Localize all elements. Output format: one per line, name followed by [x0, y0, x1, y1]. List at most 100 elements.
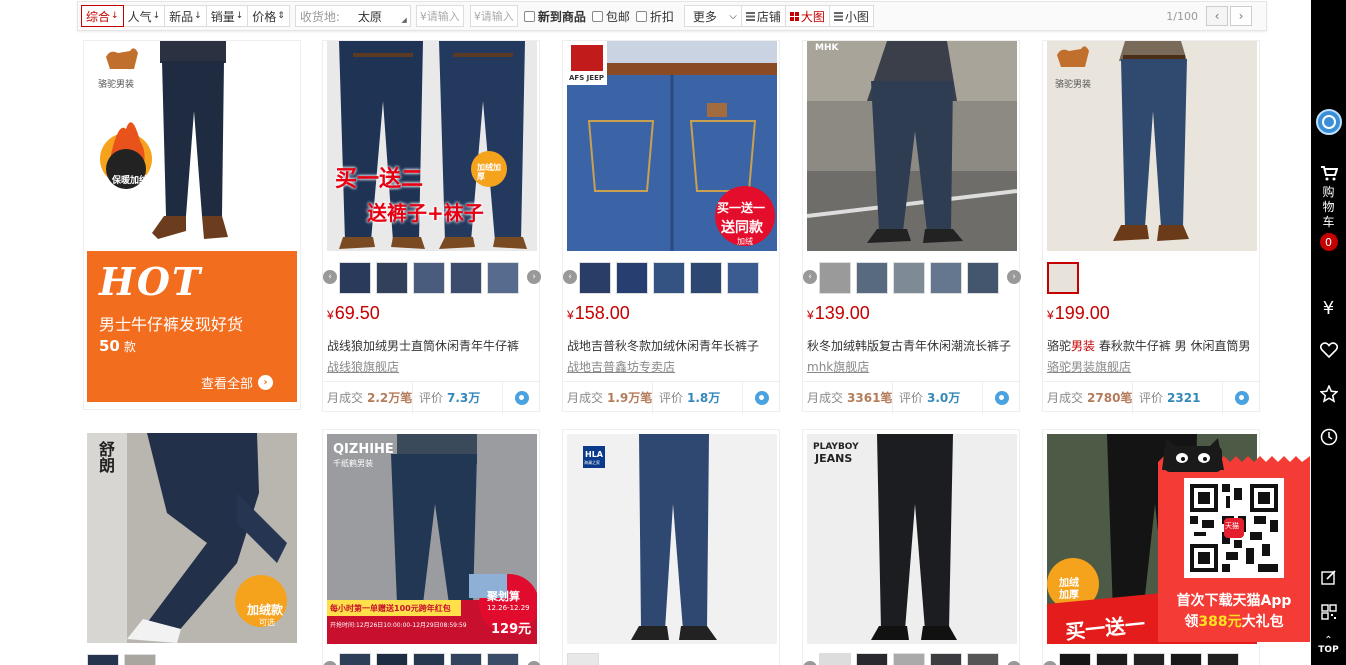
view-shop-button[interactable]: 店铺 [740, 5, 786, 27]
product-card[interactable]: MHK ‹ › ¥139.00 秋冬加绒韩版复古青年休闲潮流长裤子 mhk旗舰店… [802, 40, 1021, 414]
shop-link[interactable]: 战地吉普鑫坊专卖店 [567, 358, 675, 375]
thumbnail[interactable] [376, 653, 408, 665]
shop-link[interactable]: mhk旗舰店 [807, 358, 869, 375]
thumbnail[interactable] [856, 653, 888, 665]
thumbnail[interactable] [567, 653, 599, 665]
product-card[interactable]: QIZHIHE 千纸鹤男装 每小时第一单赠送100元跨年红包 开抢时间:12月2… [322, 429, 541, 665]
thumbnail[interactable] [616, 262, 648, 294]
thumbnail[interactable] [450, 262, 482, 294]
thumbnail[interactable] [727, 262, 759, 294]
price-max-input[interactable]: ¥请输入 [469, 5, 518, 27]
assets-button[interactable]: ¥ [1311, 298, 1346, 319]
thumbnail[interactable] [87, 654, 119, 665]
product-card[interactable]: AFS JEEP 买一送一 送同款 加绒 ‹ ¥158.00 战地吉普秋冬款加绒… [562, 40, 781, 414]
history-button[interactable] [1311, 428, 1346, 446]
thumbnail-selected[interactable] [1047, 262, 1079, 294]
product-title[interactable]: 骆驼男装 春秋款牛仔裤 男 休闲直筒男 [1047, 337, 1259, 354]
hot-card-image[interactable]: 骆驼男装 保暖加绒 [88, 41, 298, 253]
free-shipping-checkbox[interactable]: 包邮 [591, 8, 630, 25]
chevron-right-icon[interactable]: › [527, 661, 541, 665]
product-image[interactable]: PLAYBOY JEANS [807, 434, 1017, 644]
thumbnail[interactable] [487, 262, 519, 294]
product-image[interactable]: 舒朗 加绒款 可选 [87, 433, 297, 643]
shop-link[interactable]: 战线狼旗舰店 [327, 358, 399, 375]
thumbnail[interactable] [930, 653, 962, 665]
chevron-right-icon[interactable]: › [527, 270, 541, 284]
chevron-left-icon[interactable]: ‹ [323, 270, 337, 284]
reviews[interactable]: 评价 7.3万 [413, 381, 503, 414]
thumbnail[interactable] [450, 653, 482, 665]
thumbnail[interactable] [339, 262, 371, 294]
thumbnail[interactable] [819, 653, 851, 665]
thumbnail[interactable] [967, 262, 999, 294]
discount-checkbox[interactable]: 折扣 [635, 8, 674, 25]
reviews[interactable]: 评价 3.0万 [893, 381, 983, 414]
thumbnail[interactable] [124, 654, 156, 665]
hot-banner[interactable]: HOT 男士牛仔裤发现好货 50 款 查看全部 › [87, 251, 297, 402]
location-select[interactable]: 收货地: 太原 ◢ [294, 5, 411, 27]
thumbnail[interactable] [413, 262, 445, 294]
chevron-left-icon[interactable]: ‹ [563, 270, 577, 284]
chevron-right-icon[interactable]: › [1007, 270, 1021, 284]
product-image[interactable]: 买一送二 送裤子+袜子 加绒加厚 [327, 41, 537, 251]
thumbnail[interactable] [579, 262, 611, 294]
product-image[interactable]: QIZHIHE 千纸鹤男装 每小时第一单赠送100元跨年红包 开抢时间:12月2… [327, 434, 537, 644]
wangwang-chat-icon[interactable] [995, 390, 1009, 405]
thumbnail[interactable] [967, 653, 999, 665]
price-min-input[interactable]: ¥请输入 [415, 5, 464, 27]
product-image[interactable]: MHK [807, 41, 1017, 251]
cart-button[interactable]: 购物车 0 [1311, 165, 1346, 251]
product-title[interactable]: 战线狼加绒男士直筒休闲青年牛仔裤 [327, 337, 539, 354]
new-items-checkbox[interactable]: 新到商品 [523, 8, 586, 25]
thumbnail[interactable] [893, 653, 925, 665]
user-avatar-button[interactable] [1311, 109, 1346, 135]
thumbnail[interactable] [376, 262, 408, 294]
thumbnail[interactable] [690, 262, 722, 294]
chevron-left-icon[interactable]: ‹ [1043, 661, 1057, 665]
wangwang-chat-icon[interactable] [1235, 390, 1249, 405]
product-title[interactable]: 战地吉普秋冬款加绒休闲青年长裤子 [567, 337, 779, 354]
view-small-button[interactable]: 小图 [828, 5, 874, 27]
view-all-link[interactable]: 查看全部 › [201, 373, 274, 392]
product-image[interactable]: HLA 海澜之家 [567, 434, 777, 644]
qr-code-button[interactable] [1311, 604, 1346, 620]
wangwang-chat-icon[interactable] [755, 390, 769, 405]
product-card[interactable]: 买一送二 送裤子+袜子 加绒加厚 ‹ › ¥69.50 战线狼加绒男士直筒休闲青… [322, 40, 541, 414]
view-large-button[interactable]: 大图 [784, 5, 830, 27]
sort-popularity-button[interactable]: 人气 ↓ [122, 5, 166, 27]
product-card[interactable]: 舒朗 加绒款 可选 [83, 429, 301, 665]
thumbnail[interactable] [487, 653, 519, 665]
thumbnail[interactable] [930, 262, 962, 294]
chevron-left-icon[interactable]: ‹ [803, 270, 817, 284]
sort-default-button[interactable]: 综合 ↓ [81, 5, 124, 27]
sort-sales-button[interactable]: 销量 ↓ [205, 5, 249, 27]
thumbnail[interactable] [1059, 653, 1091, 665]
thumbnail[interactable] [893, 262, 925, 294]
product-image[interactable]: 骆驼男装 [1047, 41, 1257, 251]
thumbnail[interactable] [653, 262, 685, 294]
product-title[interactable]: 秋冬加绒韩版复古青年休闲潮流长裤子 [807, 337, 1019, 354]
reviews[interactable]: 评价 1.8万 [653, 381, 743, 414]
wangwang-chat-icon[interactable] [515, 390, 529, 405]
thumbnail[interactable] [339, 653, 371, 665]
thumbnail[interactable] [1170, 653, 1202, 665]
chevron-left-icon[interactable]: ‹ [803, 661, 817, 665]
thumbnail[interactable] [1207, 653, 1239, 665]
chevron-right-icon[interactable]: › [1007, 661, 1021, 665]
product-card[interactable]: PLAYBOY JEANS ‹ › [802, 429, 1021, 665]
thumbnail[interactable] [856, 262, 888, 294]
thumbnail[interactable] [1096, 653, 1128, 665]
thumbnail[interactable] [1133, 653, 1165, 665]
thumbnail[interactable] [819, 262, 851, 294]
more-filters-dropdown[interactable]: 更多 ⌵ [683, 5, 742, 27]
sort-price-button[interactable]: 价格 ⇕ [247, 5, 290, 27]
prev-page-button[interactable]: ‹ [1206, 6, 1228, 26]
thumbnail[interactable] [413, 653, 445, 665]
reviews[interactable]: 评价 2321 [1133, 381, 1223, 414]
back-to-top-button[interactable]: ⌃ TOP [1311, 636, 1346, 656]
product-card[interactable]: 骆驼男装 ¥199.00 骆驼男装 春秋款牛仔裤 男 休闲直筒男 骆驼男装旗舰店… [1042, 40, 1261, 414]
product-image[interactable]: AFS JEEP 买一送一 送同款 加绒 [567, 41, 777, 251]
sort-new-button[interactable]: 新品 ↓ [164, 5, 207, 27]
app-download-popup[interactable]: 天猫 首次下载天猫App 领388元大礼包 [1158, 434, 1310, 642]
feedback-button[interactable] [1311, 569, 1346, 585]
